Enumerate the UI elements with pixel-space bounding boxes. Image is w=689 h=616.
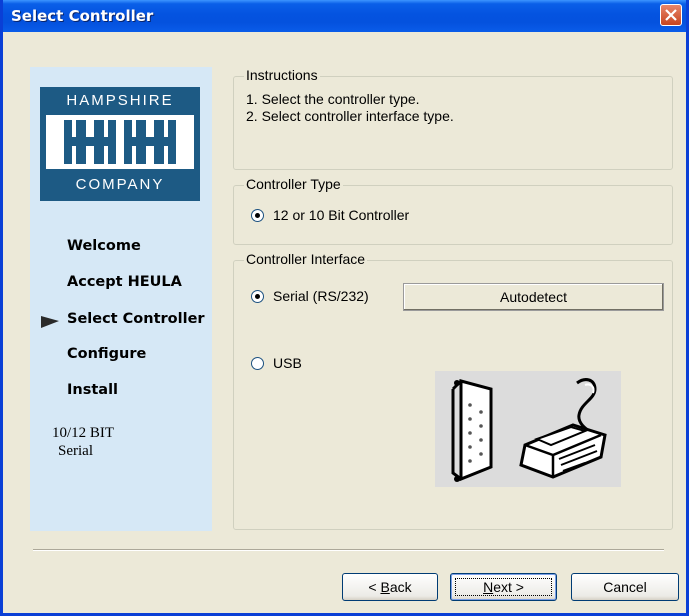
next-focus-ring: [455, 578, 552, 596]
current-step-arrow-icon: [41, 316, 59, 328]
cancel-button[interactable]: Cancel: [571, 573, 679, 601]
summary-interface: Serial: [58, 443, 93, 459]
logo-top-text: HAMPSHIRE: [66, 92, 174, 109]
next-button[interactable]: Next >: [450, 573, 557, 601]
back-prefix: <: [368, 579, 381, 595]
wizard-side-panel: HAMPSHIRE COMPANY Welcome Accept HEULA S…: [30, 67, 212, 531]
autodetect-label: Autodetect: [500, 289, 567, 305]
controller-interface-legend: Controller Interface: [244, 251, 368, 267]
instruction-line-1: 1. Select the controller type.: [246, 91, 420, 107]
selection-summary: 10/12 BIT Serial: [52, 424, 114, 460]
step-welcome: Welcome: [67, 238, 141, 254]
hampshire-logo: HAMPSHIRE COMPANY: [40, 87, 200, 201]
logo-emblem: [46, 115, 194, 169]
usb-label[interactable]: USB: [273, 355, 302, 371]
db9-connector-icon: [451, 379, 493, 482]
controller-type-legend: Controller Type: [244, 176, 343, 192]
logo-bottom-text: COMPANY: [75, 176, 165, 193]
connector-illustration: [435, 371, 621, 487]
serial-radio[interactable]: [251, 290, 264, 303]
window-title: Select Controller: [11, 7, 154, 25]
bit-controller-radio[interactable]: [251, 209, 264, 222]
summary-bits: 10/12 BIT: [52, 425, 115, 441]
step-install: Install: [67, 382, 119, 398]
step-accept-heula: Accept HEULA: [67, 274, 182, 290]
usb-cable-icon: [519, 378, 607, 479]
title-bar[interactable]: Select Controller: [3, 0, 686, 32]
instruction-line-2: 2. Select controller interface type.: [246, 108, 454, 124]
step-configure: Configure: [67, 346, 147, 362]
back-button[interactable]: < Back: [342, 573, 438, 601]
autodetect-button[interactable]: Autodetect: [403, 283, 664, 311]
back-mnemonic: B: [380, 579, 390, 595]
step-select-controller: Select Controller: [67, 311, 205, 327]
instructions-legend: Instructions: [244, 67, 320, 83]
back-rest: ack: [389, 579, 412, 595]
close-icon: [665, 9, 677, 21]
cancel-label: Cancel: [603, 579, 647, 595]
serial-label[interactable]: Serial (RS/232): [273, 288, 369, 304]
select-controller-window: Select Controller HAMPSHIRE COMPANY Welc…: [0, 0, 689, 616]
usb-radio[interactable]: [251, 357, 264, 370]
footer-separator: [33, 549, 664, 551]
bit-controller-label[interactable]: 12 or 10 Bit Controller: [273, 207, 409, 223]
close-button[interactable]: [660, 4, 682, 26]
